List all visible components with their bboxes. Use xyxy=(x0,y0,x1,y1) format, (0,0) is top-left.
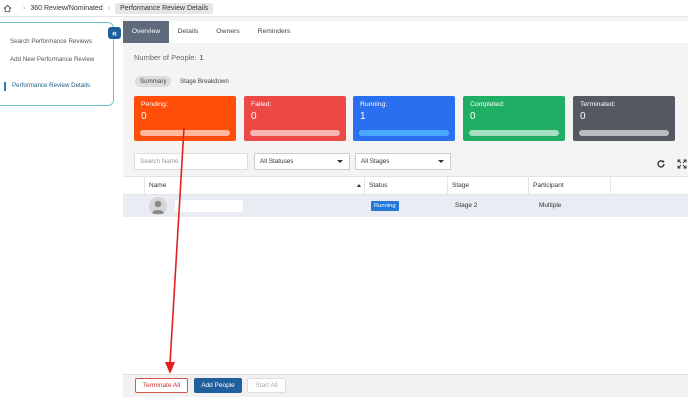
sort-ascending-icon[interactable] xyxy=(357,184,361,187)
stage-cell: Stage 2 xyxy=(455,202,478,209)
terminate-all-button[interactable]: Terminate All xyxy=(135,378,188,393)
tab-reminders[interactable]: Reminders xyxy=(253,21,295,43)
stat-progress xyxy=(579,130,669,136)
table-header-select xyxy=(123,177,145,195)
refresh-icon[interactable] xyxy=(656,156,666,168)
stat-value: 0 xyxy=(251,111,257,122)
search-input[interactable]: Search Name xyxy=(134,153,248,170)
stat-label: Running: xyxy=(360,101,388,108)
chevron-down-icon xyxy=(438,160,444,163)
people-count: Number of People: 1 xyxy=(134,53,204,62)
sidebar-item-review-details[interactable]: Performance Review Details xyxy=(4,82,99,91)
stat-label: Terminated: xyxy=(580,101,616,108)
breadcrumb: › 360 Review/Nominated › Performance Rev… xyxy=(0,0,688,17)
start-all-button: Start All xyxy=(247,378,286,393)
status-select-value: All Statuses xyxy=(260,158,294,165)
avatar xyxy=(149,197,167,215)
stat-progress xyxy=(359,130,449,136)
people-count-label: Number of People: xyxy=(134,53,197,62)
stat-card-running[interactable]: Running: 1 xyxy=(353,96,455,141)
table-row[interactable]: Running Stage 2 Multiple xyxy=(123,195,688,217)
table-header-participant[interactable]: Participant xyxy=(529,177,611,195)
table-header: Name Status Stage Participant xyxy=(123,176,688,195)
people-count-value: 1 xyxy=(199,53,204,62)
sidebar: Search Performance Reviews Add New Perfo… xyxy=(0,22,114,106)
table-body-empty-area xyxy=(123,217,688,374)
stat-value: 0 xyxy=(141,111,147,122)
subtab-summary[interactable]: Summary xyxy=(135,76,172,87)
breadcrumb-separator: › xyxy=(23,4,26,12)
home-icon[interactable] xyxy=(2,3,12,13)
stat-label: Completed: xyxy=(470,101,505,108)
stat-label: Pending: xyxy=(141,101,168,108)
stat-value: 0 xyxy=(580,111,586,122)
table-header-stage[interactable]: Stage xyxy=(448,177,529,195)
participant-cell: Multiple xyxy=(539,202,562,209)
main-content: Overview Details Owners Reminders Number… xyxy=(123,17,688,397)
stat-card-completed[interactable]: Completed: 0 xyxy=(463,96,565,141)
breadcrumb-item-review[interactable]: 360 Review/Nominated xyxy=(30,5,102,12)
table-header-status[interactable]: Status xyxy=(365,177,448,195)
breadcrumb-separator: › xyxy=(107,4,111,12)
add-people-button[interactable]: Add People xyxy=(194,378,242,393)
stat-progress-fill xyxy=(359,130,449,136)
stat-label: Failed: xyxy=(251,101,272,108)
chevron-down-icon xyxy=(337,160,343,163)
name-cell-redacted xyxy=(175,200,243,212)
sidebar-item-search-reviews[interactable]: Search Performance Reviews xyxy=(10,38,105,47)
tab-bar: Overview Details Owners Reminders xyxy=(123,21,688,43)
stat-value: 1 xyxy=(360,111,366,122)
footer-actions: Terminate All Add People Start All xyxy=(123,374,688,397)
status-select[interactable]: All Statuses xyxy=(254,153,350,170)
stat-card-pending[interactable]: Pending: 0 xyxy=(134,96,236,141)
stat-progress xyxy=(140,130,230,136)
tab-overview[interactable]: Overview xyxy=(123,21,169,43)
expand-icon[interactable] xyxy=(677,156,687,169)
stage-select[interactable]: All Stages xyxy=(355,153,451,170)
stat-card-failed[interactable]: Failed: 0 xyxy=(244,96,346,141)
stat-progress xyxy=(250,130,340,136)
breadcrumb-item-current: Performance Review Details xyxy=(115,2,214,14)
tab-owners[interactable]: Owners xyxy=(211,21,245,43)
subtab-stage-breakdown[interactable]: Stage Breakdown xyxy=(175,76,234,87)
sidebar-item-add-review[interactable]: Add New Performance Review xyxy=(10,56,105,65)
table-header-name[interactable]: Name xyxy=(145,177,365,195)
double-chevron-left-icon[interactable]: « xyxy=(108,27,121,39)
status-badge: Running xyxy=(371,201,399,211)
stage-select-value: All Stages xyxy=(361,158,390,165)
stat-value: 0 xyxy=(470,111,476,122)
stat-progress xyxy=(469,130,559,136)
column-name-label: Name xyxy=(149,182,167,189)
tab-details[interactable]: Details xyxy=(171,21,205,43)
stat-card-terminated[interactable]: Terminated: 0 xyxy=(573,96,675,141)
